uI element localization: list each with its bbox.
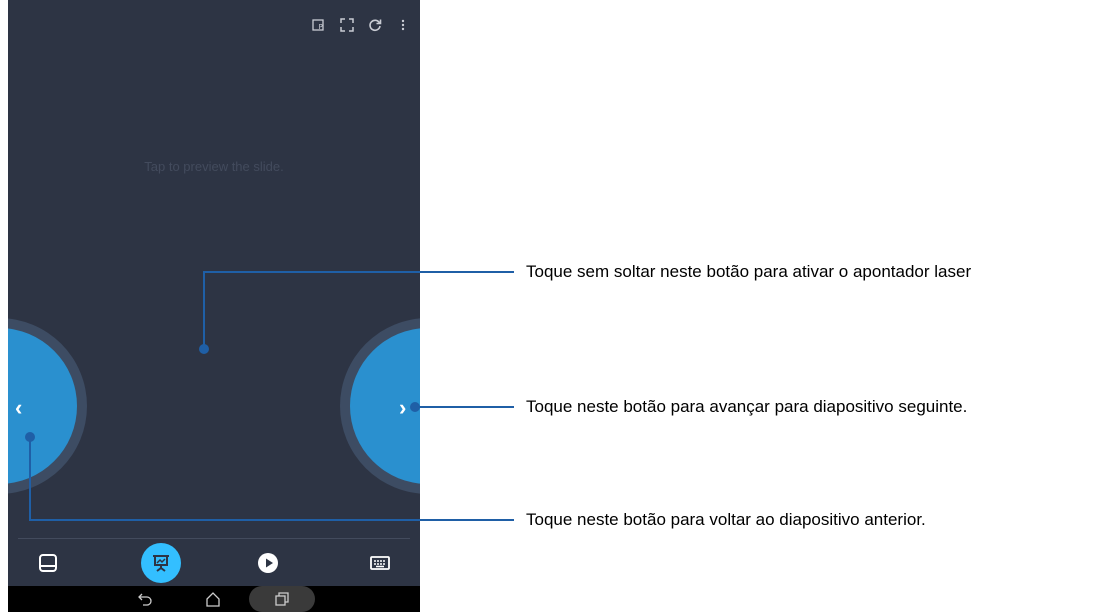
- laser-leader-line: [203, 271, 514, 349]
- laser-leader-dot: [199, 344, 209, 354]
- next-leader-dot: [410, 402, 420, 412]
- prev-leader-line: [29, 437, 514, 521]
- callout-laser: Toque sem soltar neste botão para ativar…: [526, 262, 972, 281]
- callout-prev: Toque neste botão para voltar ao diaposi…: [526, 510, 926, 529]
- prev-leader-dot: [25, 432, 35, 442]
- callout-next: Toque neste botão para avançar para diap…: [526, 397, 968, 416]
